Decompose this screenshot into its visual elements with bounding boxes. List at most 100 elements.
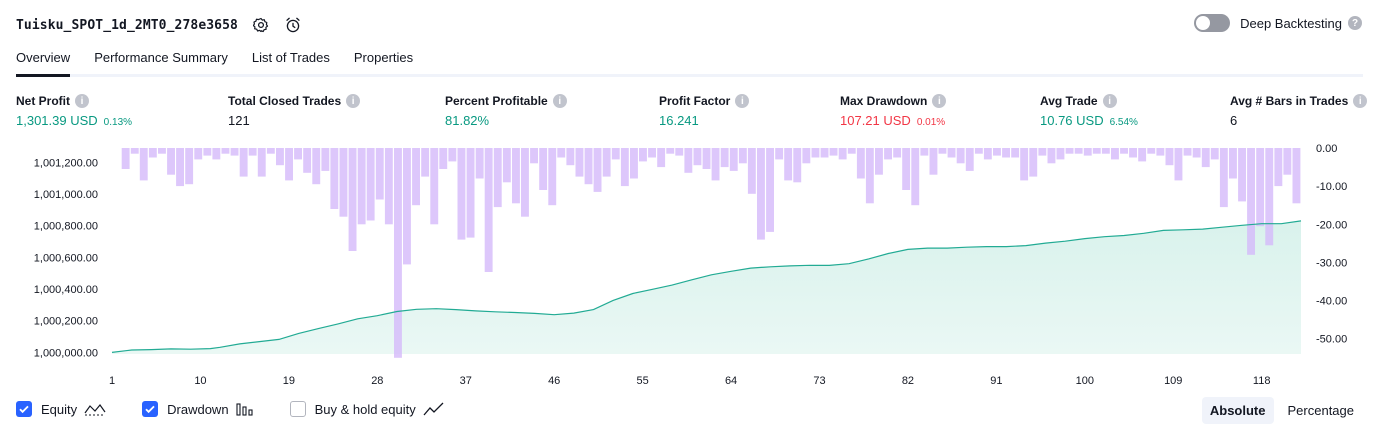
y2-tick-label: -40.00 xyxy=(1316,296,1347,308)
drawdown-bar xyxy=(738,148,747,164)
drawdown-bar xyxy=(1120,148,1128,154)
x-tick-label: 73 xyxy=(813,375,825,387)
tab-properties[interactable]: Properties xyxy=(354,46,413,74)
drawdown-bar xyxy=(1192,148,1201,158)
drawdown-bar xyxy=(929,148,938,175)
drawdown-bar xyxy=(693,148,702,166)
buy-hold-checkbox[interactable] xyxy=(289,401,306,417)
info-icon[interactable]: i xyxy=(346,94,361,108)
drawdown-bar xyxy=(212,148,221,160)
gear-icon[interactable] xyxy=(252,16,270,34)
info-icon[interactable]: i xyxy=(932,94,947,108)
drawdown-bar xyxy=(1274,148,1283,187)
drawdown-bar xyxy=(403,148,411,265)
tab-list-of-trades[interactable]: List of Trades xyxy=(252,46,330,74)
y-tick-label: 1,000,200.00 xyxy=(34,316,98,328)
drawdown-bar xyxy=(294,148,302,160)
info-icon[interactable]: i xyxy=(75,94,89,108)
drawdown-bar xyxy=(575,148,584,177)
info-icon[interactable]: i xyxy=(735,94,750,108)
legend-equity[interactable]: Equity xyxy=(16,401,106,417)
legend-label: Buy & hold equity xyxy=(314,401,416,417)
tab-performance-summary[interactable]: Performance Summary xyxy=(94,46,228,74)
drawdown-bar xyxy=(530,148,538,164)
drawdown-bar xyxy=(1174,148,1183,181)
drawdown-bar xyxy=(493,148,502,208)
x-tick-label: 82 xyxy=(902,375,914,387)
percentage-button[interactable]: Percentage xyxy=(1280,397,1363,424)
drawdown-bar xyxy=(884,148,892,160)
drawdown-bar xyxy=(648,148,656,158)
y-tick-label: 1,001,000.00 xyxy=(34,189,98,201)
drawdown-bar xyxy=(348,148,357,251)
tab-overview[interactable]: Overview xyxy=(16,46,71,77)
legend-label: Drawdown xyxy=(167,401,229,417)
metric-value: 6 xyxy=(1230,113,1238,128)
info-icon[interactable]: i xyxy=(1353,94,1368,108)
equity-drawdown-chart[interactable]: 1,001,200.00 1,001,000.00 1,000,800.00 1,00… xyxy=(0,140,1379,390)
legend-buy-hold[interactable]: Buy & hold equity xyxy=(289,401,445,417)
y-tick-label: 1,000,400.00 xyxy=(34,284,98,296)
metric-label: Total Closed Trades xyxy=(228,94,342,108)
drawdown-bar xyxy=(448,148,457,162)
x-tick-label: 46 xyxy=(548,375,560,387)
drawdown-bar xyxy=(630,148,638,179)
drawdown-bar xyxy=(1229,148,1237,179)
drawdown-bar xyxy=(502,148,511,183)
drawdown-bar xyxy=(1138,148,1147,162)
drawdown-bar xyxy=(865,148,874,204)
drawdown-bar xyxy=(584,148,593,185)
drawdown-bar xyxy=(521,148,529,217)
x-tick-label: 100 xyxy=(1076,375,1094,387)
alarm-clock-plus-icon[interactable] xyxy=(284,16,302,34)
info-icon[interactable]: i xyxy=(1102,94,1117,108)
drawdown-bar xyxy=(965,148,974,171)
metric-label: Max Drawdown xyxy=(840,94,928,108)
drawdown-bar xyxy=(1038,148,1047,156)
drawdown-bar xyxy=(158,148,166,154)
drawdown-bar xyxy=(412,148,420,206)
info-icon[interactable]: i xyxy=(552,94,567,108)
metric-percent: 0.13% xyxy=(103,117,133,128)
drawdown-bar xyxy=(421,148,430,177)
drawdown-bar xyxy=(856,148,865,179)
drawdown-bar xyxy=(893,148,902,158)
legend-label: Equity xyxy=(41,401,78,417)
drawdown-bar xyxy=(1047,148,1056,164)
drawdown-bar xyxy=(203,148,212,156)
drawdown-bar xyxy=(312,148,321,185)
drawdown-bar xyxy=(784,148,793,181)
drawdown-bar xyxy=(875,148,883,175)
y-tick-label: 1,000,000.00 xyxy=(34,347,98,359)
legend-drawdown[interactable]: Drawdown xyxy=(142,401,253,417)
drawdown-bar xyxy=(602,148,611,177)
y2-tick-label: 0.00 xyxy=(1316,143,1337,155)
drawdown-bar xyxy=(357,148,366,225)
deep-backtesting-label: Deep Backtesting xyxy=(1240,15,1342,31)
metric-label: Avg # Bars in Trades xyxy=(1230,94,1349,108)
drawdown-bar xyxy=(239,148,248,177)
equity-checkbox[interactable] xyxy=(16,401,32,417)
drawdown-bar xyxy=(974,148,983,154)
metric-net-profit: Net Profit i 1,301.39 USD 0.13% xyxy=(16,94,132,128)
metric-total-closed-trades: Total Closed Trades i 121 xyxy=(228,94,361,128)
metric-value: 107.21 USD xyxy=(840,113,911,128)
drawdown-bar xyxy=(1065,148,1074,154)
drawdown-bar xyxy=(747,148,756,194)
x-tick-label: 1 xyxy=(109,375,115,387)
drawdown-bar xyxy=(1083,148,1092,156)
drawdown-bar xyxy=(611,148,620,160)
drawdown-bar xyxy=(1056,148,1065,160)
drawdown-checkbox[interactable] xyxy=(142,401,159,417)
strategy-title: Tuisku_SPOT_1d_2MT0_278e3658 xyxy=(16,17,238,33)
drawdown-bar xyxy=(811,148,820,158)
view-mode-toggle: Absolute Percentage xyxy=(1196,397,1362,424)
deep-backtesting-toggle[interactable] xyxy=(1194,14,1231,32)
question-icon[interactable]: ? xyxy=(1348,16,1362,30)
drawdown-bar xyxy=(620,148,629,187)
drawdown-bar xyxy=(920,148,929,156)
drawdown-bar xyxy=(1256,148,1265,227)
drawdown-bar xyxy=(1147,148,1156,154)
drawdown-bar xyxy=(657,148,666,168)
absolute-button[interactable]: Absolute xyxy=(1201,397,1274,424)
